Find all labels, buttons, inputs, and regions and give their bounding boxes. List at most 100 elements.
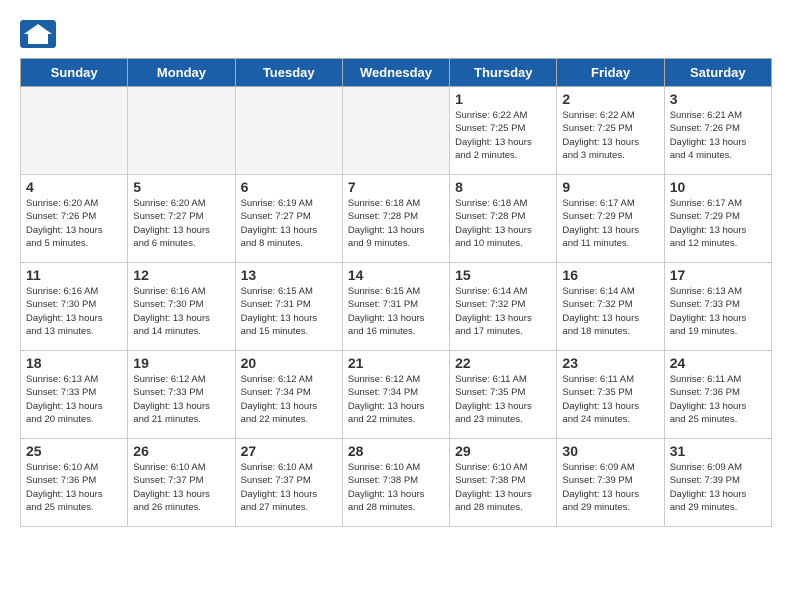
calendar-cell: 17Sunrise: 6:13 AM Sunset: 7:33 PM Dayli… <box>664 263 771 351</box>
calendar-cell: 26 Sunrise: 6:10 AM Sunset: 7:37 PM Dayli… <box>128 439 235 527</box>
day-number: 30 <box>562 443 658 459</box>
calendar-cell: 10 Sunrise: 6:17 AM Sunset: 7:29 PM Dayli… <box>664 175 771 263</box>
calendar-cell: 24 Sunrise: 6:11 AM Sunset: 7:36 PM Dayli… <box>664 351 771 439</box>
calendar-cell <box>21 87 128 175</box>
day-info: Sunrise: 6:11 AM Sunset: 7:36 PM Dayligh… <box>670 373 766 426</box>
day-of-week-header: Saturday <box>664 59 771 87</box>
day-number: 4 <box>26 179 122 195</box>
day-number: 29 <box>455 443 551 459</box>
day-number: 13 <box>241 267 337 283</box>
day-number: 21 <box>348 355 444 371</box>
day-number: 26 <box>133 443 229 459</box>
day-info: Sunrise: 6:13 AM Sunset: 7:33 PM Dayligh… <box>26 373 122 426</box>
day-info: Sunrise: 6:18 AM Sunset: 7:28 PM Dayligh… <box>348 197 444 250</box>
logo-icon <box>20 20 56 48</box>
calendar-cell: 29 Sunrise: 6:10 AM Sunset: 7:38 PM Dayli… <box>450 439 557 527</box>
day-info: Sunrise: 6:10 AM Sunset: 7:36 PM Dayligh… <box>26 461 122 514</box>
day-info: Sunrise: 6:10 AM Sunset: 7:37 PM Dayligh… <box>241 461 337 514</box>
calendar-cell: 28Sunrise: 6:10 AM Sunset: 7:38 PM Dayli… <box>342 439 449 527</box>
day-of-week-header: Tuesday <box>235 59 342 87</box>
calendar-cell: 12 Sunrise: 6:16 AM Sunset: 7:30 PM Dayli… <box>128 263 235 351</box>
day-number: 10 <box>670 179 766 195</box>
day-info: Sunrise: 6:14 AM Sunset: 7:32 PM Dayligh… <box>562 285 658 338</box>
calendar-week-row: 11 Sunrise: 6:16 AM Sunset: 7:30 PM Dayli… <box>21 263 772 351</box>
calendar-cell: 22 Sunrise: 6:11 AM Sunset: 7:35 PM Dayli… <box>450 351 557 439</box>
day-number: 25 <box>26 443 122 459</box>
calendar-cell: 15 Sunrise: 6:14 AM Sunset: 7:32 PM Dayli… <box>450 263 557 351</box>
day-of-week-header: Sunday <box>21 59 128 87</box>
day-info: Sunrise: 6:16 AM Sunset: 7:30 PM Dayligh… <box>26 285 122 338</box>
logo <box>20 20 62 48</box>
day-number: 16 <box>562 267 658 283</box>
calendar-week-row: 25 Sunrise: 6:10 AM Sunset: 7:36 PM Dayli… <box>21 439 772 527</box>
day-info: Sunrise: 6:11 AM Sunset: 7:35 PM Dayligh… <box>562 373 658 426</box>
day-number: 3 <box>670 91 766 107</box>
day-of-week-header: Thursday <box>450 59 557 87</box>
day-number: 19 <box>133 355 229 371</box>
day-number: 5 <box>133 179 229 195</box>
day-number: 27 <box>241 443 337 459</box>
day-number: 2 <box>562 91 658 107</box>
day-info: Sunrise: 6:10 AM Sunset: 7:37 PM Dayligh… <box>133 461 229 514</box>
calendar-cell: 11 Sunrise: 6:16 AM Sunset: 7:30 PM Dayli… <box>21 263 128 351</box>
calendar-cell: 23 Sunrise: 6:11 AM Sunset: 7:35 PM Dayli… <box>557 351 664 439</box>
day-info: Sunrise: 6:15 AM Sunset: 7:31 PM Dayligh… <box>348 285 444 338</box>
day-of-week-header: Friday <box>557 59 664 87</box>
day-info: Sunrise: 6:21 AM Sunset: 7:26 PM Dayligh… <box>670 109 766 162</box>
day-of-week-header: Wednesday <box>342 59 449 87</box>
day-info: Sunrise: 6:09 AM Sunset: 7:39 PM Dayligh… <box>670 461 766 514</box>
calendar-cell: 18 Sunrise: 6:13 AM Sunset: 7:33 PM Dayli… <box>21 351 128 439</box>
day-info: Sunrise: 6:20 AM Sunset: 7:26 PM Dayligh… <box>26 197 122 250</box>
day-info: Sunrise: 6:17 AM Sunset: 7:29 PM Dayligh… <box>562 197 658 250</box>
day-number: 9 <box>562 179 658 195</box>
calendar-cell: 6 Sunrise: 6:19 AM Sunset: 7:27 PM Daylig… <box>235 175 342 263</box>
calendar-cell: 21 Sunrise: 6:12 AM Sunset: 7:34 PM Dayli… <box>342 351 449 439</box>
calendar-cell: 16 Sunrise: 6:14 AM Sunset: 7:32 PM Dayli… <box>557 263 664 351</box>
day-info: Sunrise: 6:19 AM Sunset: 7:27 PM Dayligh… <box>241 197 337 250</box>
calendar-week-row: 1Sunrise: 6:22 AM Sunset: 7:25 PM Daylig… <box>21 87 772 175</box>
calendar-cell <box>235 87 342 175</box>
calendar-cell: 9 Sunrise: 6:17 AM Sunset: 7:29 PM Daylig… <box>557 175 664 263</box>
day-number: 15 <box>455 267 551 283</box>
calendar-week-row: 4 Sunrise: 6:20 AM Sunset: 7:26 PM Daylig… <box>21 175 772 263</box>
calendar-cell: 8 Sunrise: 6:18 AM Sunset: 7:28 PM Daylig… <box>450 175 557 263</box>
day-info: Sunrise: 6:16 AM Sunset: 7:30 PM Dayligh… <box>133 285 229 338</box>
day-number: 23 <box>562 355 658 371</box>
day-number: 7 <box>348 179 444 195</box>
day-info: Sunrise: 6:11 AM Sunset: 7:35 PM Dayligh… <box>455 373 551 426</box>
calendar-cell <box>342 87 449 175</box>
day-number: 28 <box>348 443 444 459</box>
day-of-week-header: Monday <box>128 59 235 87</box>
day-info: Sunrise: 6:17 AM Sunset: 7:29 PM Dayligh… <box>670 197 766 250</box>
calendar-cell: 31 Sunrise: 6:09 AM Sunset: 7:39 PM Dayli… <box>664 439 771 527</box>
day-info: Sunrise: 6:18 AM Sunset: 7:28 PM Dayligh… <box>455 197 551 250</box>
calendar-cell: 14Sunrise: 6:15 AM Sunset: 7:31 PM Dayli… <box>342 263 449 351</box>
day-info: Sunrise: 6:12 AM Sunset: 7:34 PM Dayligh… <box>348 373 444 426</box>
day-info: Sunrise: 6:12 AM Sunset: 7:33 PM Dayligh… <box>133 373 229 426</box>
calendar-cell: 7 Sunrise: 6:18 AM Sunset: 7:28 PM Daylig… <box>342 175 449 263</box>
day-info: Sunrise: 6:13 AM Sunset: 7:33 PM Dayligh… <box>670 285 766 338</box>
day-number: 12 <box>133 267 229 283</box>
day-info: Sunrise: 6:10 AM Sunset: 7:38 PM Dayligh… <box>455 461 551 514</box>
day-info: Sunrise: 6:22 AM Sunset: 7:25 PM Dayligh… <box>455 109 551 162</box>
day-number: 24 <box>670 355 766 371</box>
calendar-header-row: SundayMondayTuesdayWednesdayThursdayFrid… <box>21 59 772 87</box>
calendar-cell: 3 Sunrise: 6:21 AM Sunset: 7:26 PM Daylig… <box>664 87 771 175</box>
day-info: Sunrise: 6:22 AM Sunset: 7:25 PM Dayligh… <box>562 109 658 162</box>
day-number: 11 <box>26 267 122 283</box>
day-info: Sunrise: 6:15 AM Sunset: 7:31 PM Dayligh… <box>241 285 337 338</box>
day-info: Sunrise: 6:12 AM Sunset: 7:34 PM Dayligh… <box>241 373 337 426</box>
day-info: Sunrise: 6:09 AM Sunset: 7:39 PM Dayligh… <box>562 461 658 514</box>
calendar-cell: 27 Sunrise: 6:10 AM Sunset: 7:37 PM Dayli… <box>235 439 342 527</box>
day-info: Sunrise: 6:14 AM Sunset: 7:32 PM Dayligh… <box>455 285 551 338</box>
day-number: 6 <box>241 179 337 195</box>
calendar-week-row: 18 Sunrise: 6:13 AM Sunset: 7:33 PM Dayli… <box>21 351 772 439</box>
calendar-cell: 2 Sunrise: 6:22 AM Sunset: 7:25 PM Daylig… <box>557 87 664 175</box>
day-info: Sunrise: 6:20 AM Sunset: 7:27 PM Dayligh… <box>133 197 229 250</box>
day-number: 22 <box>455 355 551 371</box>
day-number: 31 <box>670 443 766 459</box>
day-number: 18 <box>26 355 122 371</box>
calendar-cell: 25 Sunrise: 6:10 AM Sunset: 7:36 PM Dayli… <box>21 439 128 527</box>
day-number: 8 <box>455 179 551 195</box>
calendar-cell: 20Sunrise: 6:12 AM Sunset: 7:34 PM Dayli… <box>235 351 342 439</box>
